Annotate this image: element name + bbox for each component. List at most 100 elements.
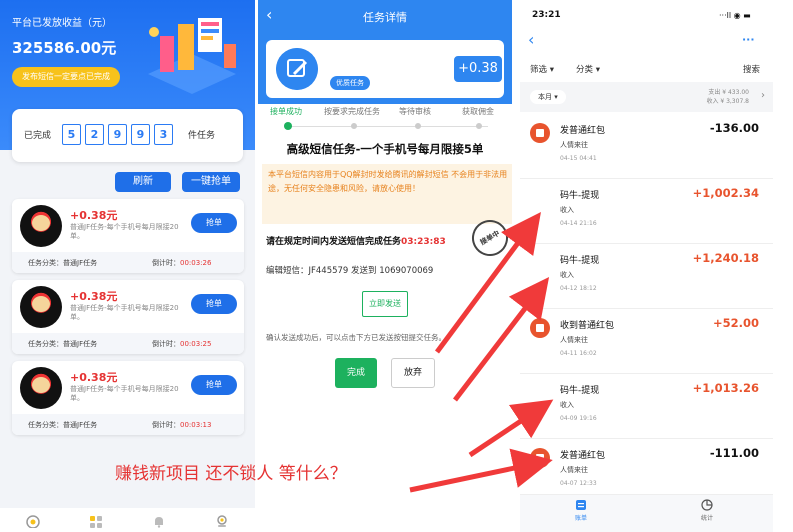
hero-title: 平台已发放收益（元） <box>12 18 112 29</box>
bill-panel: 23:21 ···ll ◉ ▬ ‹ ··· 筛选 ▾ 分类 ▾ 搜索 本月 ▾ … <box>520 0 773 532</box>
bill-row[interactable]: 码牛-提现 收入 04-09 19:16 +1,013.26 <box>520 375 773 439</box>
more-icon[interactable]: ··· <box>742 33 755 46</box>
bill-amount: -136.00 <box>709 121 759 135</box>
countdown-label: 倒计时： <box>152 421 180 429</box>
tab-bill[interactable]: 账单 <box>556 499 606 522</box>
bill-row[interactable]: 码牛-提现 收入 04-14 21:16 +1,002.34 <box>520 180 773 244</box>
hero-amount: 325586.00元 <box>12 39 117 57</box>
month-summary-bar[interactable]: 本月 ▾ 支出 ¥ 433.00 收入 ¥ 3,307.8 › <box>520 82 773 112</box>
counter-digit: 2 <box>85 124 104 145</box>
tab-stats-label: 统计 <box>700 515 713 522</box>
tab-stats[interactable]: 统计 <box>682 499 732 522</box>
task-category: 任务分类：普通JF任务 <box>28 340 98 348</box>
task-footer: 任务分类：普通JF任务 倒计时：00:03:25 <box>12 333 244 354</box>
bill-name: 码牛-提现 <box>560 256 600 266</box>
task-description: 普通JF任务-每个手机号每月限接20单。 <box>70 385 179 402</box>
page-title: 任务详情 <box>363 11 407 24</box>
edit-icon <box>276 48 318 90</box>
bill-amount: +1,240.18 <box>692 251 759 265</box>
month-selector[interactable]: 本月 ▾ <box>530 90 566 104</box>
back-arrow-icon[interactable]: ‹ <box>528 30 534 49</box>
bill-name: 码牛-提现 <box>560 386 600 396</box>
countdown-value: 00:03:13 <box>180 421 212 429</box>
submit-note: 确认发送成功后，可以点击下方已发送按钮提交任务。 <box>266 333 446 342</box>
grab-button[interactable]: 抢单 <box>191 375 237 395</box>
bill-name: 码牛-提现 <box>560 191 600 201</box>
task-category: 任务分类：普通JF任务 <box>28 259 98 267</box>
pie-chart-icon <box>701 499 713 511</box>
complete-button[interactable]: 完成 <box>335 358 377 388</box>
bill-category: 人情来往 <box>560 336 588 344</box>
grab-all-button[interactable]: 一键抢单 <box>182 172 240 192</box>
bill-icon <box>576 500 586 510</box>
avatar <box>20 205 62 247</box>
expense-total: 支出 ¥ 433.00 <box>708 89 749 96</box>
bill-date: 04-11 16:02 <box>560 350 597 357</box>
abandon-button[interactable]: 放弃 <box>391 358 435 388</box>
countdown-label: 倒计时： <box>152 340 180 348</box>
grid-icon[interactable] <box>89 514 103 528</box>
task-card[interactable]: +0.38元 普通JF任务-每个手机号每月限接20单。 抢单 任务分类：普通JF… <box>12 361 244 435</box>
task-price: +0.38元 <box>70 371 118 384</box>
task-card[interactable]: +0.38元 普通JF任务-每个手机号每月限接20单。 抢单 任务分类：普通JF… <box>12 199 244 273</box>
bell-icon[interactable] <box>152 514 166 528</box>
reward-amount: +0.38 <box>454 56 502 82</box>
grab-button[interactable]: 抢单 <box>191 294 237 314</box>
task-price: +0.38元 <box>70 290 118 303</box>
bill-name: 收到普通红包 <box>560 321 615 331</box>
bill-row[interactable]: 收到普通红包 人情来往 04-11 16:02 +52.00 <box>520 310 773 374</box>
tab-bill-label: 账单 <box>574 515 587 522</box>
instruction-text: 请在规定时间内发送短信完成任务 <box>266 237 402 247</box>
task-countdown: 倒计时：00:03:26 <box>152 258 211 268</box>
isometric-city-illustration <box>148 18 236 94</box>
task-detail-panel: ‹ 任务详情 优质任务 +0.38 接单成功 按要求完成任务 等待审核 获取佣金… <box>258 0 512 532</box>
task-footer: 任务分类：普通JF任务 倒计时：00:03:13 <box>12 414 244 435</box>
bill-row[interactable]: 码牛-提现 收入 04-12 18:12 +1,240.18 <box>520 245 773 309</box>
task-price: +0.38元 <box>70 209 118 222</box>
grab-button[interactable]: 抢单 <box>191 213 237 233</box>
task-description: 普通JF任务-每个手机号每月限接20单。 <box>70 223 179 240</box>
screenshot-canvas: 平台已发放收益（元） 325586.00元 发布短信一定要点已完成 已完成 5 … <box>0 0 793 532</box>
task-footer: 任务分类：普通JF任务 倒计时：00:03:26 <box>12 252 244 273</box>
bill-amount: +52.00 <box>712 316 759 330</box>
step-dot <box>415 123 421 129</box>
step-label: 按要求完成任务 <box>324 107 380 116</box>
bill-name: 发普通红包 <box>560 451 606 461</box>
send-now-button[interactable]: 立即发送 <box>362 291 408 317</box>
search-button[interactable]: 搜索 <box>743 63 760 75</box>
chevron-right-icon: › <box>761 90 765 101</box>
user-icon[interactable] <box>215 514 229 528</box>
quality-badge: 优质任务 <box>330 76 370 90</box>
completed-suffix: 件任务 <box>188 131 216 141</box>
instruction-time: 03:23:83 <box>401 237 446 247</box>
task-hall-panel: 平台已发放收益（元） 325586.00元 发布短信一定要点已完成 已完成 5 … <box>0 0 255 532</box>
completed-label: 已完成 <box>24 131 52 141</box>
step-label: 获取佣金 <box>462 107 494 116</box>
step-dot <box>351 123 357 129</box>
task-countdown: 倒计时：00:03:25 <box>152 339 211 349</box>
countdown-value: 00:03:26 <box>180 259 212 267</box>
bill-amount: -111.00 <box>709 446 759 460</box>
refresh-button[interactable]: 刷新 <box>115 172 171 192</box>
hero-notice-pill[interactable]: 发布短信一定要点已完成 <box>12 67 120 87</box>
home-icon[interactable] <box>26 514 40 528</box>
task-category: 任务分类：普通JF任务 <box>28 421 98 429</box>
steps-line <box>288 126 488 127</box>
month-label: 本月 <box>538 93 552 101</box>
bill-category: 人情来往 <box>560 466 588 474</box>
bill-category: 收入 <box>560 206 574 214</box>
task-card[interactable]: +0.38元 普通JF任务-每个手机号每月限接20单。 抢单 任务分类：普通JF… <box>12 280 244 354</box>
category-dropdown[interactable]: 分类 ▾ <box>576 63 600 75</box>
bill-row[interactable]: 发普通红包 人情来往 04-15 04:41 -136.00 <box>520 115 773 179</box>
filter-label: 筛选 <box>530 65 548 75</box>
status-time: 23:21 <box>532 10 561 20</box>
bill-amount: +1,002.34 <box>692 186 759 200</box>
counter-digit: 5 <box>62 124 81 145</box>
step-dot-active <box>284 122 292 130</box>
filter-dropdown[interactable]: 筛选 ▾ <box>530 63 554 75</box>
task-title: 高级短信任务-一个手机号每月限接5单 <box>286 142 484 156</box>
promo-caption: 赚钱新项目 还不锁人 等什么？ <box>115 464 347 484</box>
counter-digit: 9 <box>131 124 150 145</box>
bill-date: 04-14 21:16 <box>560 220 597 227</box>
instruction-line: 请在规定时间内发送短信完成任务03:23:83 <box>266 234 446 247</box>
